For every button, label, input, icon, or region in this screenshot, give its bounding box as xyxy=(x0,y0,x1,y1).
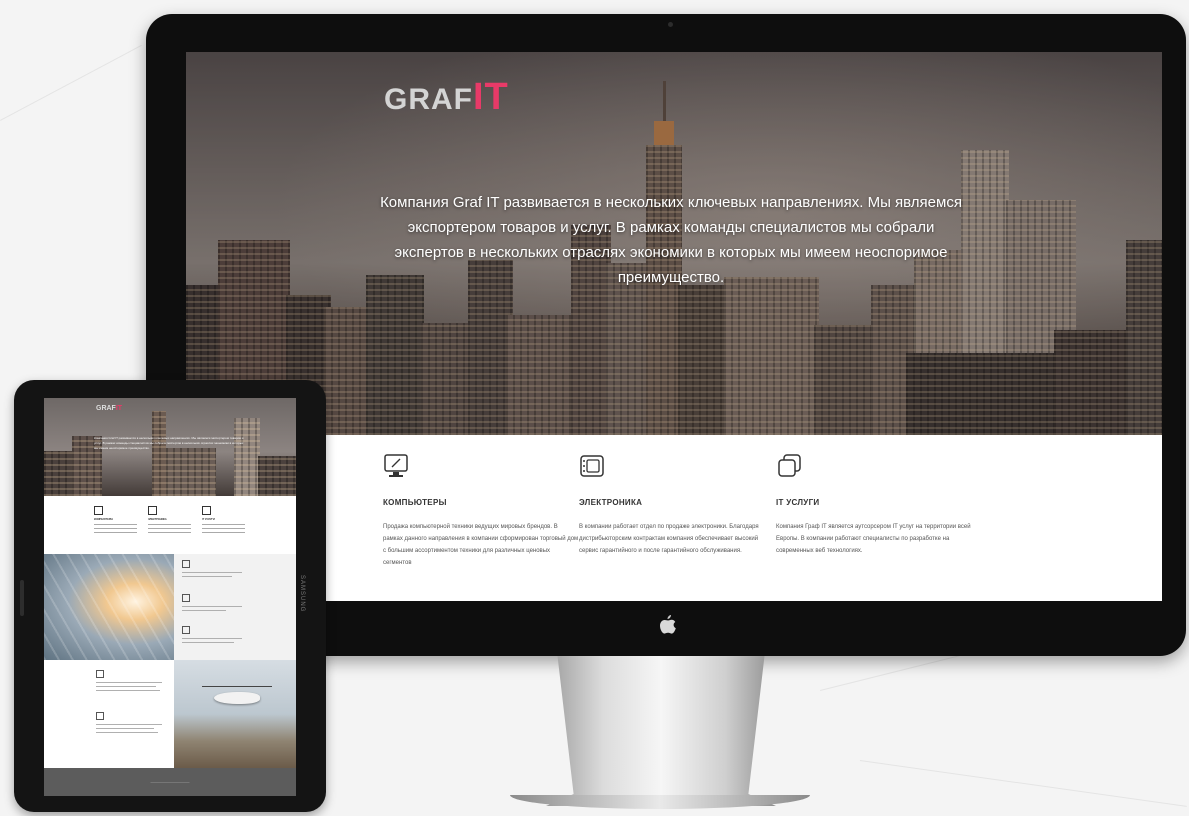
service-title: ЭЛЕКТРОНИКА xyxy=(579,498,643,507)
text-line xyxy=(96,732,158,733)
text-line xyxy=(96,686,156,687)
imac-stand-foot xyxy=(510,795,810,809)
tablet-brand-label: SAMSUNG xyxy=(299,575,305,613)
text-line xyxy=(182,610,226,611)
text-line xyxy=(94,528,138,529)
tablet-service-title: IT УСЛУГИ xyxy=(202,518,215,521)
logo-accent: IT xyxy=(473,76,509,118)
tablet-service-card: ЭЛЕКТРОНИКА xyxy=(148,506,196,533)
tablet-feature-list xyxy=(174,554,296,660)
imac-stand xyxy=(546,656,776,806)
tablet-text-block xyxy=(44,660,174,768)
tablet-screen: GRAFIT Компания Graf IT развивается в не… xyxy=(44,398,296,796)
text-line xyxy=(94,532,138,533)
hero-section: GRAFIT Компания Graf IT развивается в не… xyxy=(186,52,1162,435)
feature-icon xyxy=(182,560,190,568)
tablet-service-title: КОМПЬЮТЕРЫ xyxy=(94,518,113,521)
tablet-footer: ————————————— xyxy=(44,768,296,796)
text-line xyxy=(96,724,162,725)
tablet-services: КОМПЬЮТЕРЫ ЭЛЕКТРОНИКА IT УСЛУГИ xyxy=(44,496,296,554)
feature-icon xyxy=(96,712,104,720)
computer-icon xyxy=(384,454,408,477)
electronics-icon xyxy=(148,506,157,515)
tablet-hero-text: Компания Graf IT развивается в нескольки… xyxy=(94,436,244,450)
text-line xyxy=(182,638,242,639)
service-text: Компания Граф IT является аутсорсером IT… xyxy=(776,524,971,554)
feature-icon xyxy=(96,670,104,678)
services-section: КОМПЬЮТЕРЫ Продажа компьютерной техники … xyxy=(186,435,1162,601)
text-line xyxy=(96,728,154,729)
text-line xyxy=(182,576,232,577)
tablet-hero: GRAFIT Компания Graf IT развивается в не… xyxy=(44,398,296,496)
text-line xyxy=(148,532,192,533)
glass-building-image xyxy=(44,554,174,660)
tablet-home-button xyxy=(20,580,24,616)
apple-logo-icon xyxy=(660,615,676,634)
building xyxy=(166,448,216,496)
text-line xyxy=(96,682,162,683)
service-card-electronics: ЭЛЕКТРОНИКА В компании работает отдел по… xyxy=(579,453,775,557)
tablet-device: SAMSUNG GRAFIT Компания Graf IT развивае… xyxy=(14,380,326,812)
building xyxy=(234,418,260,496)
tablet-service-title: ЭЛЕКТРОНИКА xyxy=(148,518,167,521)
logo-accent: IT xyxy=(115,405,123,412)
monitor-screen: GRAFIT Компания Graf IT развивается в не… xyxy=(186,52,1162,601)
camera-dot xyxy=(668,22,673,27)
service-card-computers: КОМПЬЮТЕРЫ Продажа компьютерной техники … xyxy=(383,453,579,569)
logo-text: GRAF xyxy=(96,405,116,412)
electronics-icon xyxy=(580,455,604,477)
text-line xyxy=(182,642,234,643)
logo-text: GRAF xyxy=(384,83,473,116)
computer-icon xyxy=(94,506,103,515)
text-line xyxy=(96,690,160,691)
feature-icon xyxy=(182,594,190,602)
tablet-service-card: IT УСЛУГИ xyxy=(202,506,250,533)
it-services-icon xyxy=(778,454,801,477)
service-card-it: IT УСЛУГИ Компания Граф IT является аутс… xyxy=(776,453,972,557)
service-text: В компании работает отдел по продаже эле… xyxy=(579,524,759,554)
text-line xyxy=(148,528,192,529)
helicopter-image xyxy=(174,660,296,768)
text-line xyxy=(202,532,246,533)
hero-description: Компания Graf IT развивается в нескольки… xyxy=(380,194,962,286)
building xyxy=(258,456,296,496)
service-title: КОМПЬЮТЕРЫ xyxy=(383,498,447,507)
text-line xyxy=(202,524,246,525)
text-line xyxy=(148,524,192,525)
background-line xyxy=(0,44,142,121)
text-line xyxy=(182,606,242,607)
building xyxy=(152,411,166,496)
footer-text-line: ————————————— xyxy=(150,780,190,784)
building xyxy=(44,451,74,496)
site-logo[interactable]: GRAFIT xyxy=(384,76,509,119)
tablet-logo: GRAFIT xyxy=(96,405,122,412)
text-line xyxy=(94,524,138,525)
text-line xyxy=(202,528,246,529)
it-services-icon xyxy=(202,506,211,515)
service-title: IT УСЛУГИ xyxy=(776,498,820,507)
helicopter xyxy=(214,692,260,704)
helicopter-rotor xyxy=(202,686,272,687)
tablet-service-card: КОМПЬЮТЕРЫ xyxy=(94,506,142,533)
background-line xyxy=(859,760,1187,807)
service-text: Продажа компьютерной техники ведущих мир… xyxy=(383,524,579,566)
feature-icon xyxy=(182,626,190,634)
text-line xyxy=(182,572,242,573)
